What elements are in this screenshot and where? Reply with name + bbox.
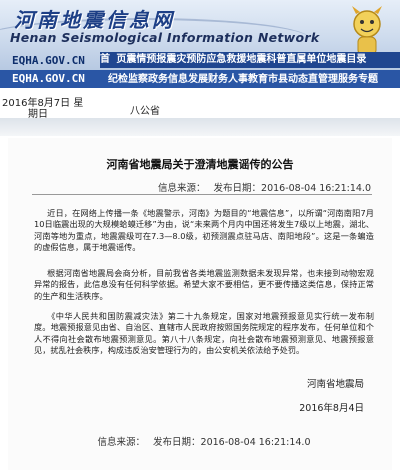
footer-source-label: 信息来源： (97, 437, 146, 448)
article-paragraph-3: 《中华人民共和国防震减灾法》第二十九条规定，国家对地震预报意见实行统一发布制度。… (34, 311, 374, 356)
source-label: 信息来源： (158, 183, 206, 194)
article-paragraph-1: 近日，在网络上传播一条《地震警示，河南》为题目的“地震信息”，以所谓“河南南阳7… (34, 208, 374, 253)
content-top-shade (0, 118, 400, 136)
publish-label: 发布日期： (213, 183, 262, 194)
site-domain: EQHA.GOV.CN (12, 54, 85, 67)
nav-item-finance[interactable]: 发展财务 (188, 74, 228, 85)
nav-item-home-2[interactable]: 页 (116, 54, 126, 65)
article-paragraph-2: 根据河南省地震局会商分析，目前我省各类地震监测数据未发现异常，也未接到动物宏观异… (34, 268, 374, 301)
article-panel: 河南省地震局关于澄清地震谣传的公告 信息来源： 发布日期：2016-08-04 1… (8, 138, 392, 470)
publish-date: 2016-08-04 16:21:14.0 (261, 183, 371, 194)
site-title-cn[interactable]: 河南地震信息网 (14, 4, 175, 33)
main-nav-primary: 首 页震情预报震灾预防应急救援地震科普直属单位地震目录 (100, 52, 400, 68)
signature-org: 河南省地震局 (306, 379, 364, 390)
nav-item-units[interactable]: 直属单位 (286, 54, 326, 65)
date-bar: 2016年8月7日 星 期日 八公省 (0, 94, 400, 120)
nav-domain: EQHA.GOV.CN (12, 72, 85, 85)
nav-item-science[interactable]: 地震科普 (246, 54, 286, 65)
nav-item-government[interactable]: 政务信息 (148, 74, 188, 85)
nav-item-catalog[interactable]: 地震目录 (326, 54, 366, 65)
nav-item-personnel[interactable]: 人事教育 (228, 74, 268, 85)
nav-item-forecast[interactable]: 震情预报 (126, 54, 166, 65)
nav-item-topics[interactable]: 专题 (358, 74, 378, 85)
title-divider (32, 194, 372, 195)
footer-publish-label: 发布日期： (153, 437, 201, 448)
main-nav-secondary: EQHA.GOV.CN 纪检监察政务信息发展财务人事教育市县动态直管理服务专题 (0, 70, 400, 88)
article-title: 河南省地震局关于澄清地震谣传的公告 (106, 158, 294, 171)
nav-item-prevention[interactable]: 震灾预防 (166, 54, 206, 65)
nav-item-county-news[interactable]: 市县动态 (268, 74, 308, 85)
nav-item-discipline[interactable]: 纪检监察 (108, 74, 148, 85)
article-footer-meta: 信息来源： 发布日期：2016-08-04 16:21:14.0 (34, 434, 374, 448)
signature-date: 2016年8月4日 (299, 403, 364, 414)
nav-item-management[interactable]: 直管理服务 (308, 74, 358, 85)
holiday-note: 八公省 (130, 106, 160, 117)
nav-item-rescue[interactable]: 应急救援 (206, 54, 246, 65)
article-meta: 信息来源： 发布日期：2016-08-04 16:21:14.0 (158, 180, 371, 194)
site-title-en: Henan Seismological Information Network (10, 30, 320, 45)
nav-item-home-1[interactable]: 首 (100, 54, 110, 65)
footer-publish-date: 2016-08-04 16:21:14.0 (200, 437, 311, 448)
